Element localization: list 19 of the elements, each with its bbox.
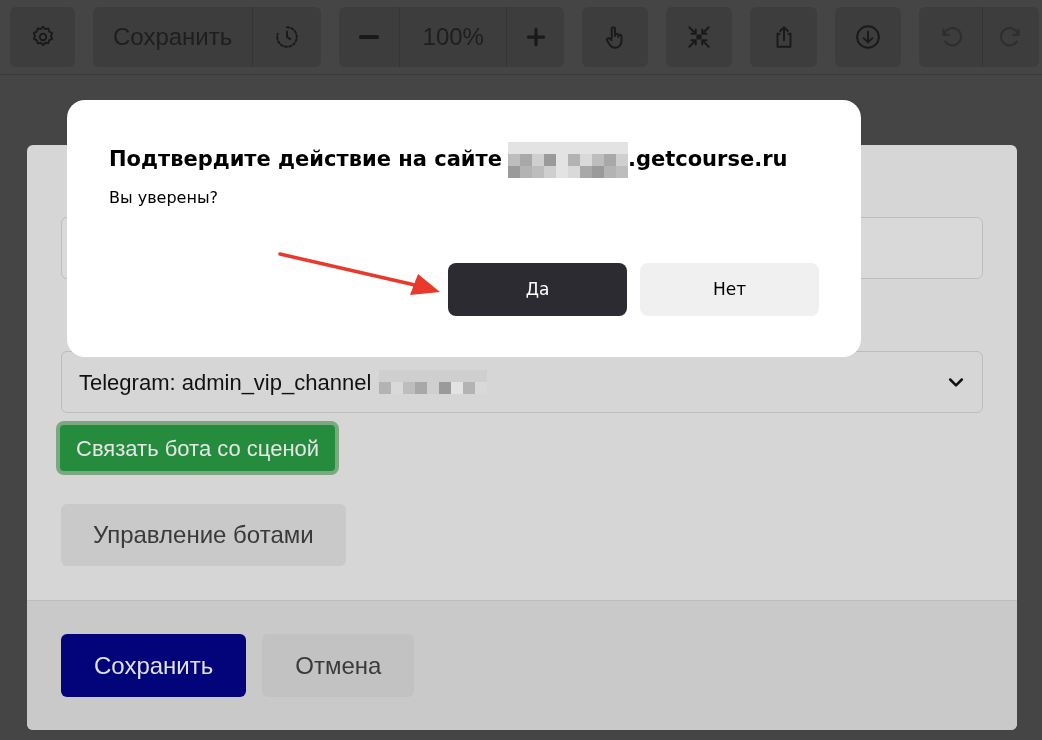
hand-tool-button[interactable] (582, 7, 649, 67)
download-button[interactable] (835, 7, 902, 67)
settings-button[interactable] (10, 7, 75, 67)
manage-bots-button[interactable]: Управление ботами (61, 504, 346, 566)
decline-button[interactable]: Нет (640, 263, 819, 316)
save-button[interactable]: Сохранить (61, 634, 247, 697)
dialog-title: Подтвердите действие на сайте (109, 146, 502, 174)
history-icon (274, 24, 301, 50)
confirm-button[interactable]: Да (448, 263, 627, 316)
compress-icon (686, 24, 713, 50)
dialog-domain: .getcourse.ru (627, 146, 788, 174)
dialog-message: Вы уверены? (109, 187, 220, 209)
share-button[interactable] (750, 7, 818, 67)
download-icon (855, 24, 882, 50)
bot-select[interactable]: Telegram: admin_vip_channel (61, 351, 983, 413)
minus-icon (359, 35, 380, 39)
fit-button[interactable] (666, 7, 733, 67)
cancel-button[interactable]: Отмена (262, 634, 415, 697)
select-value: Telegram: admin_vip_channel (79, 368, 372, 397)
